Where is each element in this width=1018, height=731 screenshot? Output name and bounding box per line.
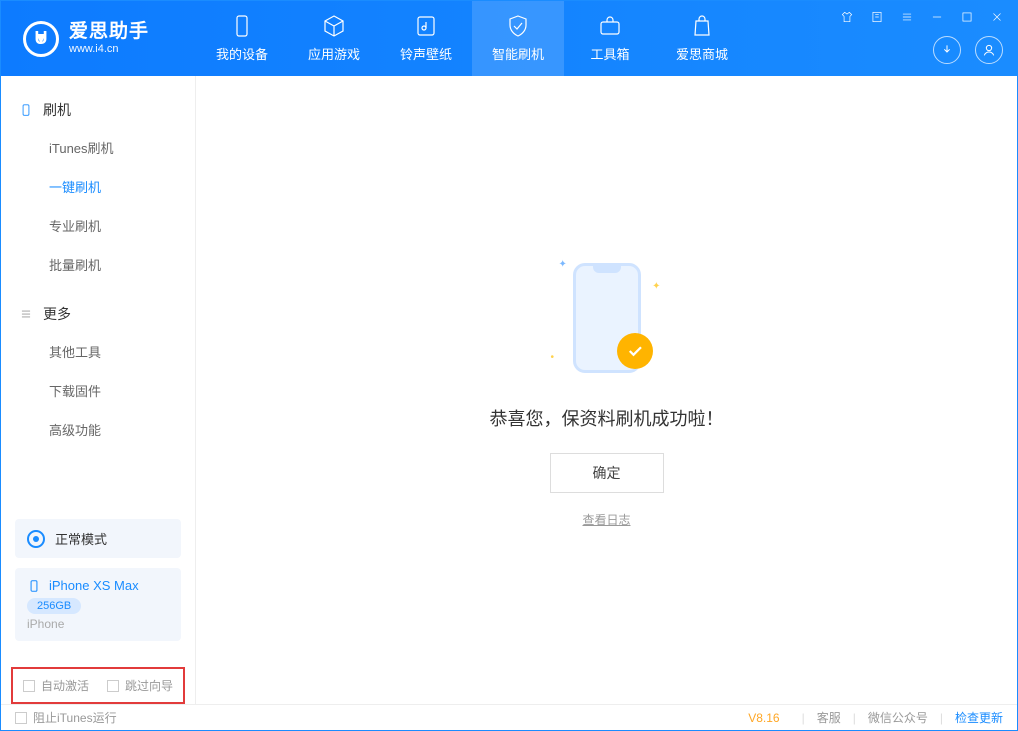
header-right-actions [933,36,1003,64]
note-icon[interactable] [869,9,885,25]
shield-icon [506,14,530,38]
app-body: 刷机 iTunes刷机 一键刷机 专业刷机 批量刷机 更多 其他工具 下载固件 … [1,76,1017,704]
download-button[interactable] [933,36,961,64]
sidebar-item-batch[interactable]: 批量刷机 [1,245,195,284]
music-icon [414,14,438,38]
checkbox-highlight: 自动激活 跳过向导 [11,667,185,704]
sidebar-bottom: 正常模式 iPhone XS Max 256GB iPhone [1,519,195,663]
mode-icon [27,530,45,548]
user-button[interactable] [975,36,1003,64]
nav-label: 铃声壁纸 [400,44,452,63]
checkbox-icon [23,680,35,692]
menu-icon[interactable] [899,9,915,25]
mode-card[interactable]: 正常模式 [15,519,181,558]
app-name-en: www.i4.cn [69,43,149,55]
app-header: U 爱思助手 www.i4.cn 我的设备 应用游戏 铃声壁纸 智能刷机 工具箱 [1,1,1017,76]
window-controls [839,9,1005,25]
nav-label: 智能刷机 [492,44,544,63]
logo-icon: U [23,21,59,57]
checkbox-label: 自动激活 [41,677,89,694]
sidebar-item-oneclick[interactable]: 一键刷机 [1,167,195,206]
checkbox-icon [107,680,119,692]
logo: U 爱思助手 www.i4.cn [1,1,196,76]
minimize-icon[interactable] [929,9,945,25]
ok-button[interactable]: 确定 [550,453,664,493]
view-log-link[interactable]: 查看日志 [582,511,630,528]
nav-apps[interactable]: 应用游戏 [288,1,380,76]
top-nav: 我的设备 应用游戏 铃声壁纸 智能刷机 工具箱 爱思商城 [196,1,748,76]
nav-label: 应用游戏 [308,44,360,63]
group-label: 更多 [43,304,71,324]
checkbox-label: 阻止iTunes运行 [33,709,117,726]
close-icon[interactable] [989,9,1005,25]
group-label: 刷机 [43,100,71,120]
list-icon [19,307,33,321]
shirt-icon[interactable] [839,9,855,25]
check-icon [617,333,653,369]
nav-ringtone[interactable]: 铃声壁纸 [380,1,472,76]
toolbox-icon [598,14,622,38]
app-name-cn: 爱思助手 [69,22,149,43]
phone-icon [19,103,33,117]
maximize-icon[interactable] [959,9,975,25]
phone-icon [27,579,41,593]
checkbox-auto-activate[interactable]: 自动激活 [23,677,89,694]
nav-label: 我的设备 [216,44,268,63]
wechat-link[interactable]: 微信公众号 [868,709,928,726]
status-bar: 阻止iTunes运行 V8.16 | 客服 | 微信公众号 | 检查更新 [1,704,1017,730]
sidebar-item-other[interactable]: 其他工具 [1,332,195,371]
sidebar-group-flash: 刷机 [1,94,195,128]
device-type: iPhone [27,617,169,631]
sidebar-item-pro[interactable]: 专业刷机 [1,206,195,245]
sidebar-item-advanced[interactable]: 高级功能 [1,410,195,449]
version-label: V8.16 [748,711,779,725]
device-name: iPhone XS Max [49,578,139,593]
checkbox-icon [15,712,27,724]
support-link[interactable]: 客服 [817,709,841,726]
sidebar: 刷机 iTunes刷机 一键刷机 专业刷机 批量刷机 更多 其他工具 下载固件 … [1,76,196,704]
check-update-link[interactable]: 检查更新 [955,709,1003,726]
checkbox-skip-guide[interactable]: 跳过向导 [107,677,173,694]
nav-toolbox[interactable]: 工具箱 [564,1,656,76]
bag-icon [690,14,714,38]
nav-store[interactable]: 爱思商城 [656,1,748,76]
nav-my-device[interactable]: 我的设备 [196,1,288,76]
success-illustration: ✦✦• [557,253,657,383]
nav-label: 工具箱 [590,44,629,63]
sidebar-item-itunes[interactable]: iTunes刷机 [1,128,195,167]
storage-badge: 256GB [27,598,81,614]
success-message: 恭喜您，保资料刷机成功啦！ [490,405,724,431]
sidebar-item-firmware[interactable]: 下载固件 [1,371,195,410]
checkbox-block-itunes[interactable]: 阻止iTunes运行 [15,709,117,726]
device-icon [230,14,254,38]
main-content: ✦✦• 恭喜您，保资料刷机成功啦！ 确定 查看日志 [196,76,1017,704]
device-card[interactable]: iPhone XS Max 256GB iPhone [15,568,181,641]
sidebar-group-more: 更多 [1,298,195,332]
mode-label: 正常模式 [55,529,107,548]
nav-flash[interactable]: 智能刷机 [472,1,564,76]
cube-icon [322,14,346,38]
checkbox-label: 跳过向导 [125,677,173,694]
nav-label: 爱思商城 [676,44,728,63]
